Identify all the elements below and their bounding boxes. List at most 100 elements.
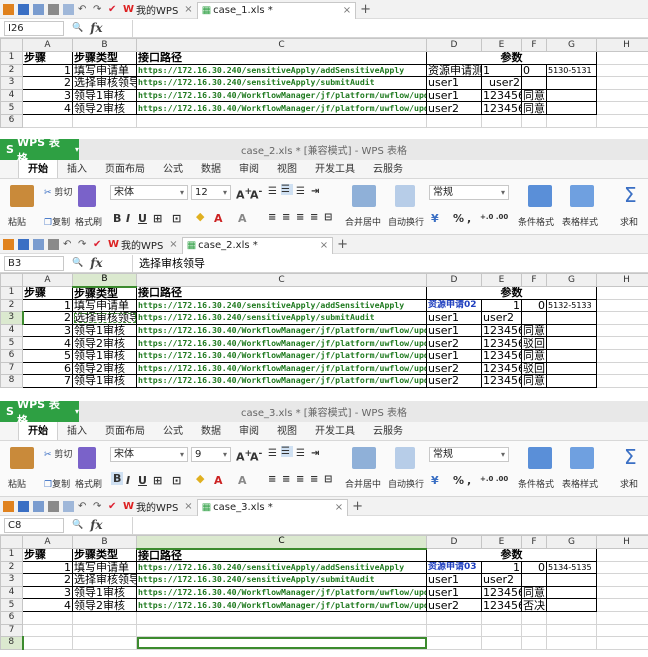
cell-param-3[interactable]: 同意	[521, 323, 547, 338]
column-header-h[interactable]: H	[596, 535, 648, 549]
cell-step-type[interactable]: 领导1审核	[72, 348, 137, 363]
cell-param-3[interactable]	[521, 311, 547, 325]
cell-param-4[interactable]: 5130-5131	[546, 63, 597, 78]
cell-style-icon[interactable]: ⊡	[172, 474, 181, 487]
cell[interactable]	[596, 610, 648, 625]
cell[interactable]	[596, 336, 648, 350]
header-cell-endpoint[interactable]: 接口路径	[136, 548, 427, 562]
menu-review[interactable]: 审阅	[230, 160, 268, 178]
print-icon[interactable]	[48, 3, 59, 15]
cell-param-4[interactable]	[546, 585, 597, 600]
wps-app-button[interactable]: S WPS 表格 ▾	[0, 401, 79, 427]
print-icon[interactable]	[48, 500, 59, 512]
cell-param-3[interactable]: 否决	[521, 598, 547, 612]
menu-data[interactable]: 数据	[192, 422, 230, 440]
table-style-icon[interactable]	[570, 185, 594, 207]
cell-param-1[interactable]	[426, 610, 482, 625]
cell-step-type[interactable]: 领导1审核	[72, 88, 137, 103]
menu-cloud[interactable]: 云服务	[364, 160, 412, 178]
row-header-4[interactable]: 4	[0, 323, 23, 338]
tab-case3[interactable]: ▦ case_3.xls * ×	[196, 498, 349, 516]
row-header-5[interactable]: 5	[0, 598, 23, 612]
export-icon[interactable]	[33, 3, 44, 15]
cell-step-type[interactable]	[72, 623, 137, 638]
percent-icon[interactable]: %	[453, 212, 464, 225]
cell-step-type[interactable]: 选择审核领导	[72, 311, 137, 325]
close-icon[interactable]: ×	[184, 501, 192, 512]
cell-param-3[interactable]: 驳回	[521, 361, 547, 376]
cell-param-4[interactable]	[546, 88, 597, 103]
cell-param-1[interactable]: user1	[426, 573, 482, 587]
wps-app-button[interactable]: S WPS 表格 ▾	[0, 139, 79, 165]
cell-param-3[interactable]	[521, 113, 547, 128]
menu-page-layout[interactable]: 页面布局	[96, 422, 154, 440]
cell-step-type[interactable]: 领导2审核	[72, 598, 137, 612]
cell-endpoint[interactable]: https://172.16.30.40/WorkflowManager/jf/…	[136, 101, 427, 115]
cell-param-1[interactable]: 资源申请测试01	[426, 63, 482, 78]
scissors-icon[interactable]: ✂	[44, 188, 52, 198]
column-header-g[interactable]: G	[546, 273, 597, 287]
indent-icon[interactable]: ⇥	[311, 186, 319, 197]
format-painter-button[interactable]: 格式刷	[75, 215, 102, 228]
check-icon[interactable]: ✔	[108, 4, 119, 15]
cell-step-type[interactable]: 领导2审核	[72, 361, 137, 376]
cell-step[interactable]: 2	[22, 311, 73, 325]
cell[interactable]	[596, 361, 648, 376]
cell-param-1[interactable]: user1	[426, 88, 482, 103]
table-style-icon[interactable]	[570, 447, 594, 469]
align-left-icon[interactable]: ≡	[268, 212, 276, 223]
cell-param-3[interactable]: 0	[521, 63, 547, 78]
cell-step[interactable]: 4	[22, 598, 73, 612]
cell-grid[interactable]: A B C D E F G H 1 步骤 步骤类型 接口路径 参数 2 1 填写申请单 https://172.…	[0, 38, 648, 128]
check-icon[interactable]: ✔	[93, 239, 104, 250]
cell-param-2[interactable]: user2	[481, 76, 522, 90]
save-icon[interactable]	[18, 238, 29, 250]
justify-icon[interactable]: ≡	[310, 474, 318, 485]
cell-param-4[interactable]	[546, 311, 597, 325]
menu-developer[interactable]: 开发工具	[306, 422, 364, 440]
name-box[interactable]: I26	[4, 20, 64, 36]
copy-icon[interactable]: ❐	[44, 480, 52, 490]
check-icon[interactable]: ✔	[108, 501, 119, 512]
cell-param-4[interactable]	[546, 623, 597, 638]
clear-format-icon[interactable]: A	[238, 212, 247, 225]
percent-icon[interactable]: %	[453, 474, 464, 487]
cell-endpoint[interactable]	[136, 610, 427, 625]
cut-label[interactable]: 剪切	[54, 188, 72, 198]
cell-step[interactable]: 1	[22, 560, 73, 575]
cell-endpoint[interactable]: https://172.16.30.40/WorkflowManager/jf/…	[136, 348, 427, 363]
row-header-5[interactable]: 5	[0, 336, 23, 350]
column-header-a[interactable]: A	[22, 273, 73, 287]
number-format-select[interactable]: 常规	[429, 447, 509, 462]
cell[interactable]	[596, 636, 648, 650]
header-cell-step[interactable]: 步骤	[22, 51, 73, 65]
cell-param-3[interactable]: 同意	[521, 374, 547, 388]
scissors-icon[interactable]: ✂	[44, 450, 52, 460]
row-header-8[interactable]: 8	[0, 636, 24, 650]
conditional-format-icon[interactable]	[528, 185, 552, 207]
comma-icon[interactable]: ,	[467, 212, 471, 225]
zoom-icon[interactable]: 🔍	[72, 258, 83, 268]
cell-step-type[interactable]: 选择审核领导	[72, 573, 137, 587]
cell-endpoint[interactable]: https://172.16.30.40/WorkflowManager/jf/…	[136, 374, 427, 388]
conditional-format-button[interactable]: 条件格式	[518, 215, 554, 228]
cell-param-1[interactable]: user2	[426, 101, 482, 115]
align-top-icon[interactable]: ☰	[268, 186, 277, 197]
row-header-7[interactable]: 7	[0, 623, 23, 638]
cell-param-3[interactable]: 0	[521, 560, 547, 575]
name-box[interactable]: B3	[4, 255, 64, 271]
wrap-icon[interactable]	[395, 447, 415, 469]
cell-param-4[interactable]	[546, 610, 597, 625]
column-header-a[interactable]: A	[22, 38, 73, 52]
currency-icon[interactable]: ¥	[431, 474, 439, 487]
cell-param-4[interactable]	[546, 336, 597, 350]
cell[interactable]	[596, 585, 648, 600]
undo-icon[interactable]: ↶	[63, 239, 74, 250]
wrap-button[interactable]: 自动换行	[388, 477, 424, 490]
cell-step[interactable]	[22, 636, 73, 650]
cell[interactable]	[596, 76, 648, 90]
folder-icon[interactable]	[3, 3, 14, 15]
cell-param-2[interactable]: 123456	[481, 101, 522, 115]
column-header-h[interactable]: H	[596, 273, 648, 287]
cell-param-2[interactable]: 123456	[481, 336, 522, 350]
